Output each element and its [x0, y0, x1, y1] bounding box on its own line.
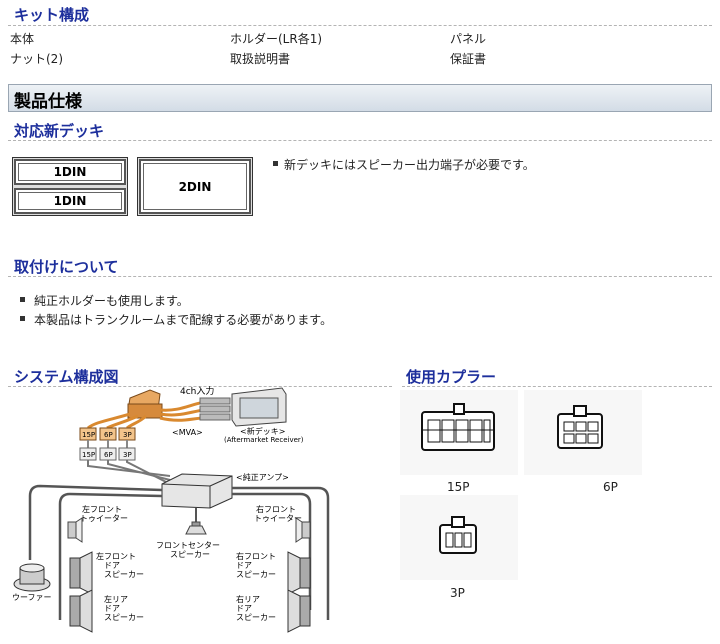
- system-diagram: 4ch入力 <MVA> <新デッキ> (Aftermarket Receiver…: [12, 385, 330, 633]
- deck-title: 対応新デッキ: [14, 122, 105, 140]
- coupler-6p-label: 6P: [603, 480, 618, 494]
- left-front-door-label: スピーカー: [104, 570, 144, 579]
- right-front-door-label: スピーカー: [236, 570, 276, 579]
- center-speaker-label: フロントセンター: [156, 541, 220, 550]
- kit-title: キット構成: [14, 6, 90, 24]
- mva-unit: [127, 389, 163, 419]
- woofer-icon: [13, 563, 51, 592]
- amp-unit: [161, 473, 233, 509]
- input-label: 4ch入力: [180, 385, 214, 397]
- divider: [8, 276, 712, 277]
- coupler-3p-image: [400, 495, 518, 580]
- kit-item: ホルダー(LR各1): [230, 32, 323, 46]
- left-tweeter-label: トゥイーター: [80, 514, 128, 523]
- woofer-label: ウーファー: [12, 593, 52, 602]
- center-speaker-label: スピーカー: [170, 550, 210, 559]
- left-tweeter-label: 左フロント: [82, 504, 122, 514]
- bullet-icon: [20, 297, 25, 302]
- spec-header-band: [8, 84, 712, 112]
- left-front-door-speaker-icon: [69, 551, 93, 595]
- left-rear-door-label: 左リア: [104, 594, 128, 604]
- left-rear-door-label: ドア: [104, 604, 120, 613]
- bullet-icon: [20, 316, 25, 321]
- couplers-title: 使用カプラー: [406, 368, 497, 386]
- left-front-door-label: ドア: [104, 561, 120, 570]
- divider: [402, 386, 712, 387]
- right-tweeter-label: トゥイーター: [254, 514, 302, 523]
- right-front-door-label: 右フロント: [236, 551, 276, 561]
- coupler-3p-icon: [439, 516, 477, 554]
- amp-label: <純正アンプ>: [236, 472, 289, 482]
- mount-note: 本製品はトランクルームまで配線する必要があります。: [34, 313, 333, 327]
- din2-slot: 2DIN: [139, 159, 251, 214]
- mount-title: 取付けについて: [14, 258, 119, 276]
- right-front-door-speaker-icon: [287, 551, 311, 595]
- conn-3p: 3P: [123, 451, 132, 459]
- conn-6p: 6P: [104, 431, 113, 439]
- center-speaker-icon: [185, 521, 207, 535]
- right-rear-door-label: 右リア: [236, 594, 260, 604]
- conn-15p: 15P: [82, 451, 95, 459]
- kit-item: ナット(2): [10, 52, 63, 66]
- bullet-icon: [273, 161, 278, 166]
- conn-6p: 6P: [104, 451, 113, 459]
- coupler-6p-image: [524, 390, 642, 475]
- deck-note: 新デッキにはスピーカー出力端子が必要です。: [284, 158, 535, 172]
- kit-item: 取扱説明書: [230, 52, 291, 66]
- right-tweeter-label: 右フロント: [256, 504, 296, 514]
- coupler-15p-image: [400, 390, 518, 475]
- coupler-15p-icon: [421, 403, 495, 451]
- spec-title: 製品仕様: [14, 92, 82, 112]
- right-front-door-label: ドア: [236, 561, 252, 570]
- coupler-6p-icon: [557, 405, 603, 449]
- kit-item: パネル: [450, 32, 487, 46]
- right-rear-door-label: ドア: [236, 604, 252, 613]
- aftermarket-label: (Aftermarket Receiver): [224, 436, 304, 444]
- right-rear-door-label: スピーカー: [236, 613, 276, 622]
- coupler-3p-label: 3P: [450, 586, 465, 600]
- kit-item: 本体: [10, 32, 35, 46]
- divider: [8, 140, 712, 141]
- kit-item: 保証書: [450, 52, 487, 66]
- new-deck-unit: [231, 387, 287, 427]
- divider: [8, 25, 712, 26]
- conn-15p: 15P: [82, 431, 95, 439]
- new-deck-label: <新デッキ>: [240, 426, 285, 436]
- left-front-door-label: 左フロント: [96, 551, 136, 561]
- coupler-15p-label: 15P: [447, 480, 470, 494]
- mount-note: 純正ホルダーも使用します。: [34, 294, 189, 308]
- mva-label: <MVA>: [172, 428, 203, 437]
- din1-bottom-slot: 1DIN: [14, 188, 126, 214]
- din1-top-slot: 1DIN: [14, 159, 126, 185]
- left-rear-door-label: スピーカー: [104, 613, 144, 622]
- left-rear-door-speaker-icon: [69, 589, 93, 633]
- conn-3p: 3P: [123, 431, 132, 439]
- right-rear-door-speaker-icon: [287, 589, 311, 633]
